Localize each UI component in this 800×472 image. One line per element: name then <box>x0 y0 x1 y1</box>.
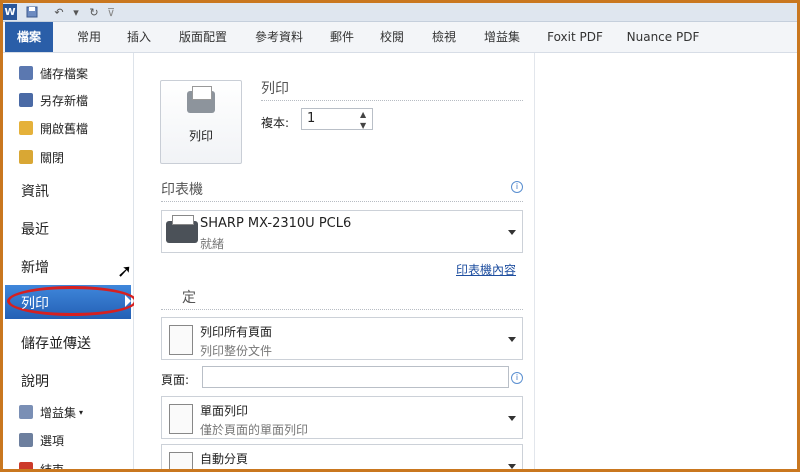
tab-view[interactable]: 檢視 <box>429 22 459 52</box>
nav-print-pointer-icon <box>125 295 131 307</box>
nav-exit[interactable]: 結束 <box>19 459 64 469</box>
collate-select[interactable]: 自動分頁 <box>161 444 523 469</box>
folder-open-icon <box>19 121 33 135</box>
nav-print-label: 列印 <box>21 296 49 312</box>
one-sided-icon <box>169 404 193 434</box>
printer-section-title: 印表機 <box>161 182 203 198</box>
nav-close[interactable]: 關閉 <box>19 147 64 167</box>
divider <box>261 100 523 101</box>
tab-insert[interactable]: 插入 <box>123 22 155 52</box>
save-icon <box>19 66 33 80</box>
word-window: W ↶ ▾ ↻ ⊽ 檔案 常用 插入 版面配置 參考資料 郵件 校閱 檢視 增益… <box>3 3 797 469</box>
title-bar: W ↶ ▾ ↻ ⊽ <box>3 3 797 22</box>
nav-help[interactable]: 說明 <box>21 371 49 391</box>
exit-icon <box>19 462 33 469</box>
nav-save-as-label: 另存新檔 <box>40 93 89 108</box>
word-logo-icon: W <box>3 4 17 20</box>
undo-icon[interactable]: ↶ <box>51 4 67 20</box>
tab-nuance-pdf[interactable]: Nuance PDF <box>625 22 701 52</box>
nav-close-label: 關閉 <box>40 150 65 165</box>
tab-file[interactable]: 檔案 <box>5 22 53 52</box>
pages-label: 頁面: <box>161 373 190 387</box>
save-icon[interactable] <box>25 4 39 20</box>
nav-addins-label: 增益集 <box>40 405 77 420</box>
tab-mailings[interactable]: 郵件 <box>327 22 357 52</box>
divider <box>161 201 523 202</box>
tab-review[interactable]: 校閱 <box>377 22 407 52</box>
print-range-subtitle: 列印整份文件 <box>200 344 273 358</box>
save-as-icon <box>19 93 33 107</box>
printer-name: SHARP MX-2310U PCL6 <box>200 216 352 231</box>
nav-options-label: 選項 <box>40 433 65 448</box>
options-icon <box>19 433 33 447</box>
settings-section-title: 定 <box>182 290 196 306</box>
chevron-down-icon <box>508 416 516 421</box>
tab-home[interactable]: 常用 <box>73 22 105 52</box>
chevron-down-icon <box>508 337 516 342</box>
nav-options[interactable]: 選項 <box>19 430 64 450</box>
undo-dropdown-icon[interactable]: ▾ <box>73 4 79 20</box>
print-settings-panel: 列印 列印 複本: 1 ▲ ▼ 印表機 i SHARP MX-2310U PCL… <box>134 53 535 469</box>
collate-title: 自動分頁 <box>200 452 249 466</box>
print-button[interactable]: 列印 <box>160 80 242 164</box>
print-section-title: 列印 <box>261 81 289 97</box>
info-icon[interactable]: i <box>511 181 523 193</box>
nav-new[interactable]: 新增 <box>21 257 49 277</box>
spin-down-icon[interactable]: ▼ <box>360 121 366 130</box>
backstage-nav: 儲存檔案 另存新檔 開啟舊檔 關閉 資訊 最近 新增 列印 儲存並傳送 說明 增… <box>3 53 137 469</box>
nav-exit-label: 結束 <box>40 461 64 470</box>
ribbon-tabs: 檔案 常用 插入 版面配置 參考資料 郵件 校閱 檢視 增益集 Foxit PD… <box>3 22 797 53</box>
printer-properties-link[interactable]: 印表機內容 <box>456 261 516 278</box>
tab-foxit-pdf[interactable]: Foxit PDF <box>543 22 607 52</box>
redo-icon[interactable]: ↻ <box>87 4 101 20</box>
chevron-down-icon: ▾ <box>79 407 84 417</box>
nav-save-send[interactable]: 儲存並傳送 <box>21 333 91 353</box>
info-icon[interactable]: i <box>511 372 523 384</box>
printer-status: 就緒 <box>200 237 225 251</box>
print-preview-area <box>535 53 797 469</box>
print-button-label: 列印 <box>188 129 213 143</box>
copies-label: 複本: <box>261 116 290 130</box>
spin-up-icon[interactable]: ▲ <box>360 110 366 119</box>
folder-close-icon <box>19 150 33 164</box>
nav-info[interactable]: 資訊 <box>21 181 49 201</box>
sides-select[interactable]: 單面列印 僅於頁面的單面列印 <box>161 396 523 439</box>
addin-icon <box>19 405 33 419</box>
paper-icon <box>192 86 212 100</box>
chevron-down-icon <box>508 464 516 469</box>
collate-icon <box>169 452 193 469</box>
printer-select[interactable]: SHARP MX-2310U PCL6 就緒 <box>161 210 523 253</box>
mouse-cursor-icon: ➚ <box>117 261 133 282</box>
printer-icon <box>166 215 198 243</box>
nav-addins[interactable]: 增益集 ▾ <box>19 402 83 422</box>
nav-save[interactable]: 儲存檔案 <box>19 63 88 83</box>
nav-open[interactable]: 開啟舊檔 <box>19 118 88 138</box>
pages-icon <box>169 325 193 355</box>
nav-save-as[interactable]: 另存新檔 <box>19 90 88 110</box>
sides-subtitle: 僅於頁面的單面列印 <box>200 423 309 437</box>
divider <box>161 309 523 310</box>
print-range-title: 列印所有頁面 <box>200 325 273 339</box>
print-range-select[interactable]: 列印所有頁面 列印整份文件 <box>161 317 523 360</box>
sides-title: 單面列印 <box>200 404 249 418</box>
tab-references[interactable]: 參考資料 <box>251 22 307 52</box>
nav-open-label: 開啟舊檔 <box>40 121 89 136</box>
nav-recent[interactable]: 最近 <box>21 219 49 239</box>
pages-input[interactable] <box>202 366 509 388</box>
tab-page-layout[interactable]: 版面配置 <box>175 22 231 52</box>
nav-save-label: 儲存檔案 <box>40 66 89 81</box>
tab-addins[interactable]: 增益集 <box>481 22 523 52</box>
chevron-down-icon <box>508 230 516 235</box>
quick-access-customize-icon[interactable]: ⊽ <box>107 4 115 20</box>
